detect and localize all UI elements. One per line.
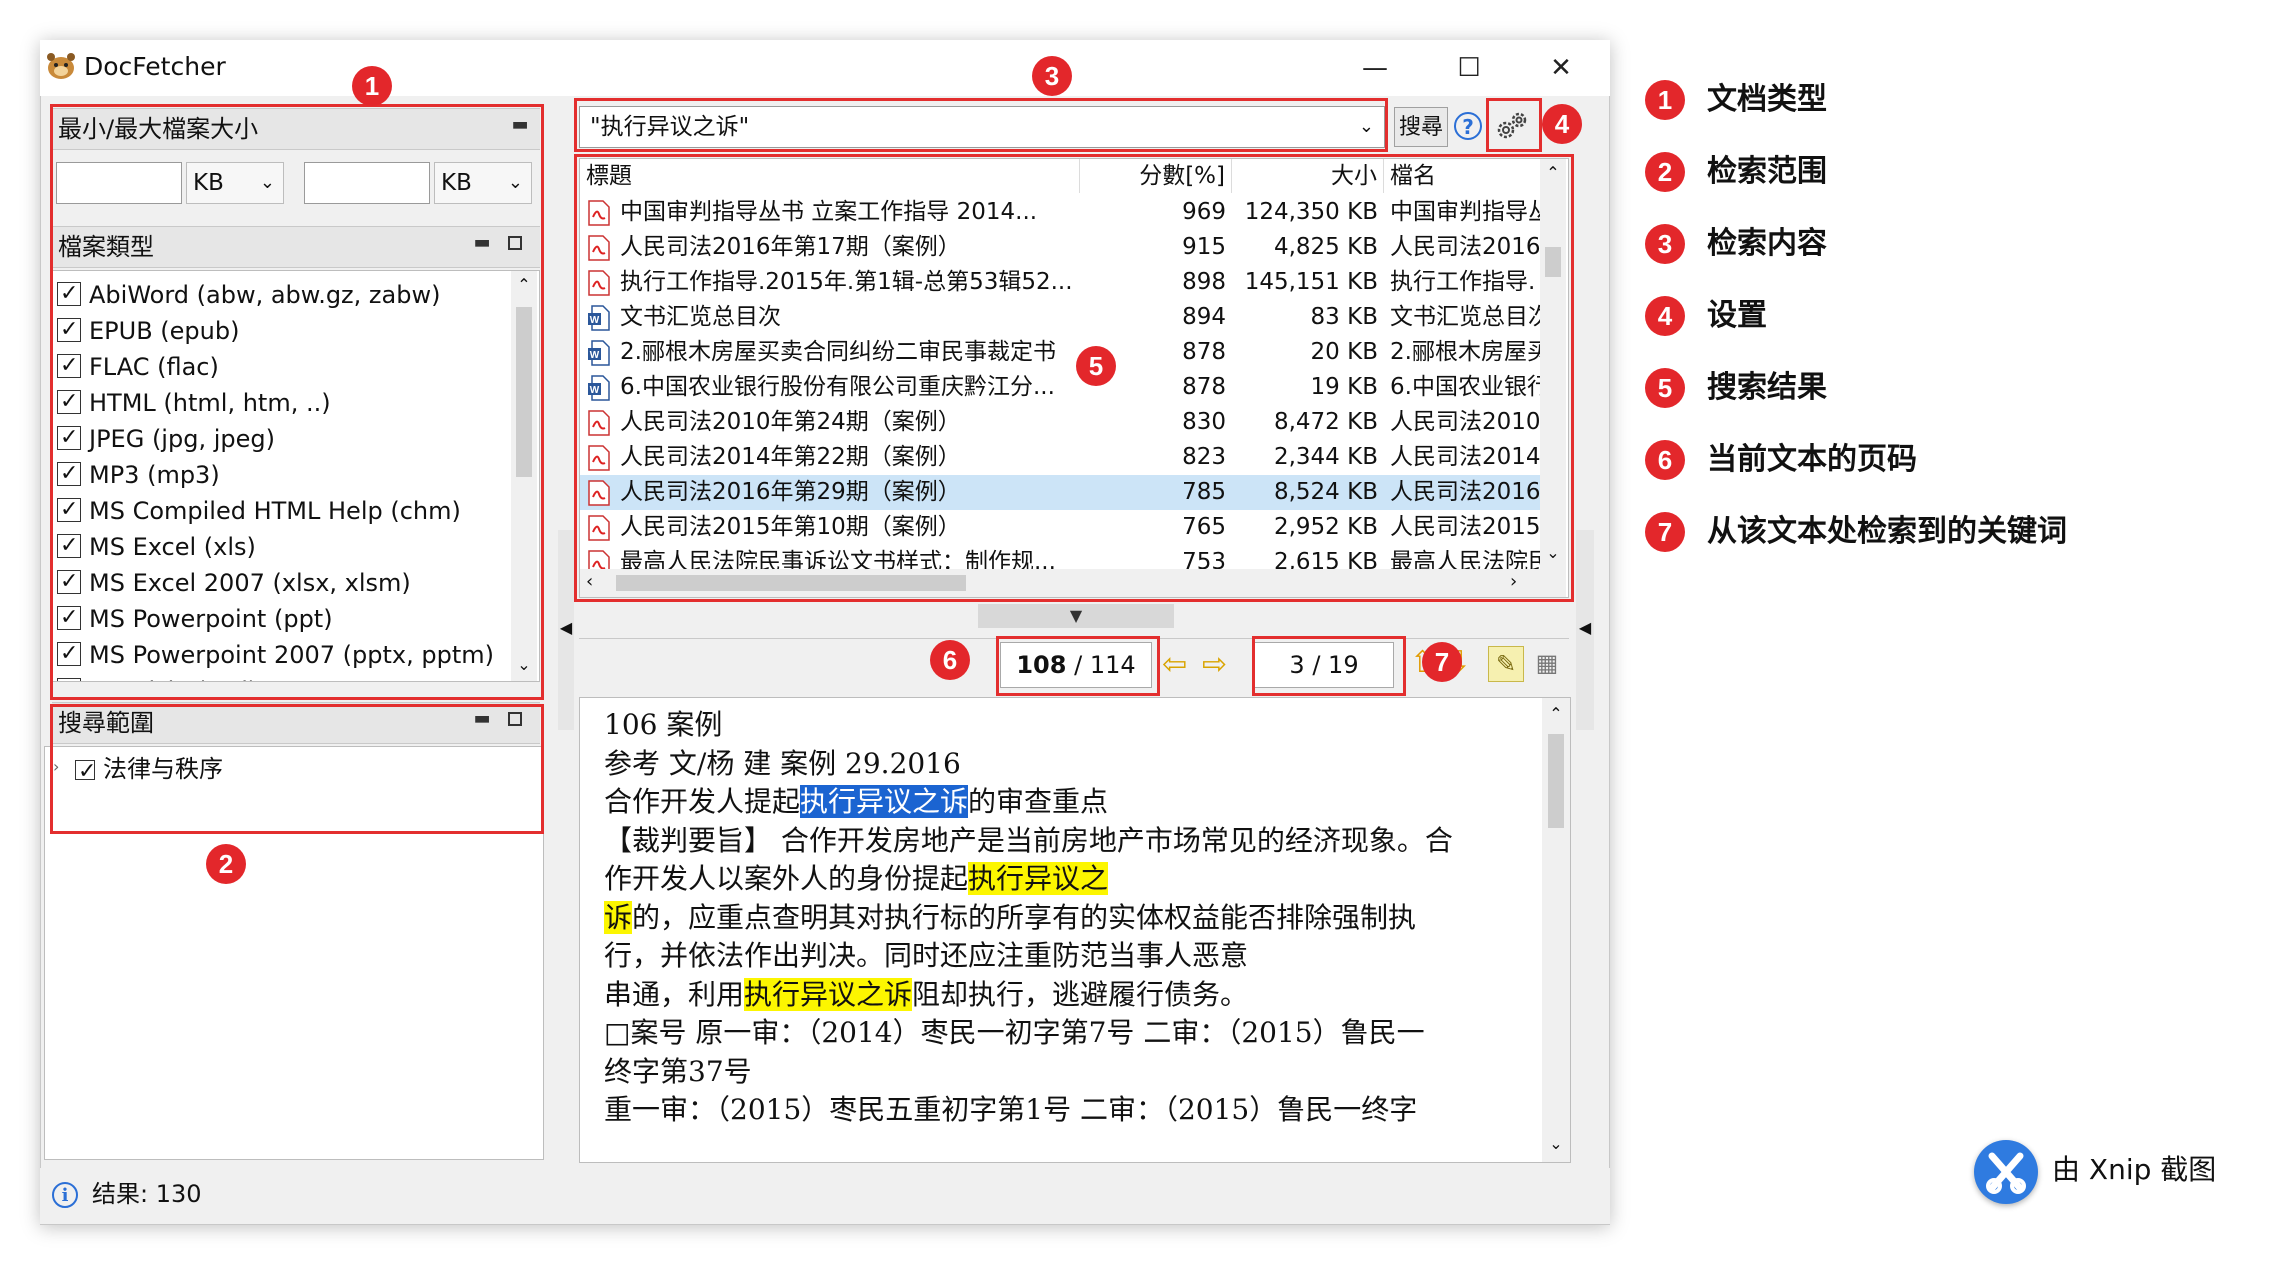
annotation-box-page [996,636,1160,696]
preview-text: 串通，利用 [604,977,745,1011]
annotation-badge-3: 3 [1032,56,1072,96]
watermark-text: 由 Xnip 截图 [2052,1153,2217,1186]
annotation-badge-1: 1 [352,66,392,106]
annotation-badge-7: 7 [1422,642,1462,682]
next-page-icon[interactable]: ⇨ [1202,650,1227,680]
preview-line: 行，并依法作出判决。同时还应注重防范当事人恶意 [604,937,1248,975]
collapse-down-icon[interactable]: ▼ [1070,606,1082,625]
preview-line: 作开发人以案外人的身份提起执行异议之 [604,860,1109,898]
annotation-box-hits [1252,636,1406,696]
legend-label: 搜索结果 [1707,370,1827,405]
legend-badge: 4 [1645,296,1685,336]
preview-text: 终字第37号 [604,1054,752,1088]
preview-line: 106 案例 [604,706,722,744]
layout-options-icon[interactable]: ▦ [1530,646,1564,680]
annotation-box-scope [50,704,544,834]
legend-badge: 6 [1645,440,1685,480]
legend-item: 5 搜索结果 [1645,362,2205,416]
preview-line: 合作开发人提起执行异议之诉的审查重点 [604,783,1108,821]
legend-label: 当前文本的页码 [1707,442,1917,477]
maximize-button[interactable]: ☐ [1434,46,1504,90]
legend-badge: 1 [1645,80,1685,120]
legend-item: 2 检索范围 [1645,146,2205,200]
preview-text: 参考 文/杨 建 案例 29.2016 [604,746,961,780]
legend-item: 1 文档类型 [1645,74,2205,128]
preview-text: 阻却执行，逃避履行债务。 [912,977,1249,1011]
legend-badge: 3 [1645,224,1685,264]
hit-highlight: 诉 [604,900,633,934]
results-preview-splitter[interactable]: ▼ [978,604,1174,628]
search-button[interactable]: 搜尋 [1394,107,1448,147]
preview-text: 的，应重点查明其对执行标的所享有的实体权益能否排除强制执 [632,900,1417,934]
annotation-box-search [574,98,1388,152]
minimize-button[interactable]: — [1340,46,1410,90]
scroll-up-icon[interactable]: ⌃ [1542,704,1570,723]
scroll-thumb[interactable] [1548,734,1564,828]
preview-text: 【裁判要旨】 合作开发房地产是当前房地产市场常见的经济现象。合 [604,823,1453,857]
previous-page-icon[interactable]: ⇦ [1162,650,1187,680]
status-text: 结果: 130 [92,1180,202,1208]
info-icon: i [52,1182,78,1208]
highlight-toggle-icon[interactable]: ✎ [1488,646,1524,682]
preview-line: □案号 原一审：（2014）枣民一初字第7号 二审：（2015）鲁民一 [604,1014,1425,1052]
legend-item: 7 从该文本处检索到的关键词 [1645,506,2205,560]
preview-line: 串通，利用执行异议之诉阻却执行，逃避履行债务。 [604,976,1248,1014]
preview-text: 106 案例 [604,708,723,741]
left-splitter[interactable]: ◀ [558,530,574,730]
help-icon[interactable]: ? [1454,112,1482,140]
preview-text: □案号 原一审：（2014）枣民一初字第7号 二审：（2015）鲁民一 [604,1016,1425,1049]
annotation-badge-4: 4 [1542,104,1582,144]
legend-item: 3 检索内容 [1645,218,2205,272]
legend-label: 文档类型 [1707,82,1827,117]
preview-line: 诉的，应重点查明其对执行标的所享有的实体权益能否排除强制执 [604,899,1416,937]
preview-scrollbar[interactable]: ⌃ ⌄ [1542,698,1570,1162]
legend-badge: 7 [1645,512,1685,552]
status-bar [40,1168,1610,1224]
xnip-logo-icon [1974,1140,2038,1204]
annotation-badge-2: 2 [206,844,246,884]
preview-text: 行，并依法作出判决。同时还应注重防范当事人恶意 [604,939,1249,972]
legend-item: 6 当前文本的页码 [1645,434,2205,488]
preview-line: 终字第37号 [604,1053,752,1091]
annotation-box-types [50,104,544,700]
collapse-right-icon[interactable]: ◀ [1576,618,1594,637]
app-title: DocFetcher [84,52,226,81]
document-preview: 106 案例 参考 文/杨 建 案例 29.2016 合作开发人提起执行异议之诉的审… [579,697,1571,1163]
app-logo-icon [47,53,75,79]
annotation-box-results [574,154,1574,602]
legend-item: 4 设置 [1645,290,2205,344]
legend-label: 检索内容 [1707,226,1827,261]
preview-line: 重一审：（2015）枣民五重初字第1号 二审：（2015）鲁民一终字 [604,1091,1417,1129]
preview-line: 参考 文/杨 建 案例 29.2016 [604,745,961,783]
right-splitter[interactable]: ◀ [1576,530,1594,730]
preview-text: 的审查重点 [968,785,1109,818]
collapse-left-icon[interactable]: ◀ [558,618,574,637]
legend-label: 从该文本处检索到的关键词 [1707,514,2067,549]
preview-text: 合作开发人提起 [604,785,801,818]
scroll-down-icon[interactable]: ⌄ [1542,1134,1570,1153]
legend-label: 设置 [1707,298,1767,333]
legend-badge: 5 [1645,368,1685,408]
hit-highlight: 执行异议之 [968,862,1109,895]
preview-line: 【裁判要旨】 合作开发房地产是当前房地产市场常见的经济现象。合 [604,822,1453,860]
preview-text: 作开发人以案外人的身份提起 [604,862,969,895]
hit-highlight: 执行异议之诉 [744,977,913,1011]
annotation-badge-6: 6 [930,640,970,680]
close-button[interactable]: ✕ [1526,46,1596,90]
annotation-box-settings [1486,98,1542,152]
legend-badge: 2 [1645,152,1685,192]
legend-label: 检索范围 [1707,154,1827,189]
annotation-badge-5: 5 [1076,346,1116,386]
preview-text: 重一审：（2015）枣民五重初字第1号 二审：（2015）鲁民一终字 [604,1093,1418,1126]
current-hit-highlight: 执行异议之诉 [800,785,969,818]
